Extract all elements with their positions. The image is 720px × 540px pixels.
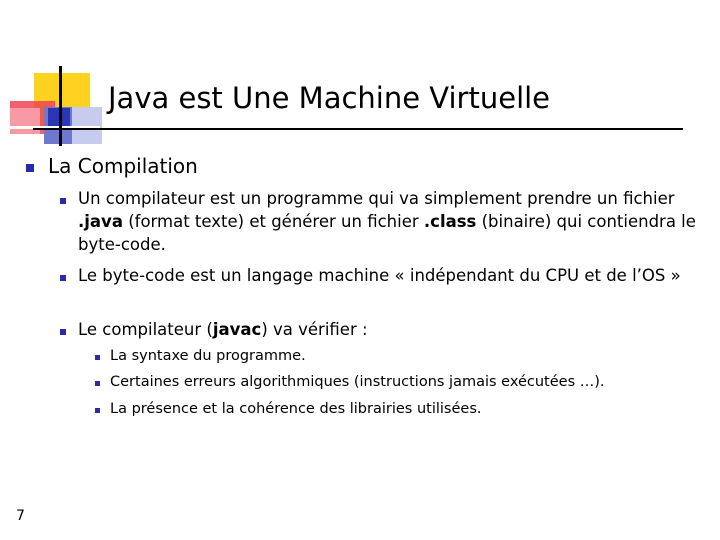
bullet-square-icon [60,198,66,204]
list-item-javac: Le compilateur (javac) va vérifier : [78,318,698,341]
text-segment: ) va vérifier : [261,320,368,339]
bullet-square-icon [95,381,100,386]
logo-vertical-line [59,66,62,146]
javac-keyword: javac [212,320,262,339]
bullet-square-icon [95,408,100,413]
sub-list-item: La syntaxe du programme. [110,348,306,364]
bullet-square-icon [60,275,66,281]
bullet-square-icon [26,164,34,172]
bullet-square-icon [60,329,66,335]
page-number: 7 [16,508,25,524]
title-underline [33,128,683,130]
list-item-bytecode: Le byte-code est un langage machine « in… [78,266,681,285]
java-extension: .java [78,212,123,231]
class-extension: .class [423,212,477,231]
text-segment: Un compilateur est un programme qui va s… [78,189,675,208]
list-item-compiler: Un compilateur est un programme qui va s… [78,187,698,256]
slide-title: Java est Une Machine Virtuelle [108,81,551,115]
text-segment: Le compilateur ( [78,320,213,339]
sub-list-item: La présence et la cohérence des librairi… [110,401,482,417]
bullet-square-icon [95,355,100,360]
section-heading: La Compilation [48,154,198,178]
text-segment: (format texte) et générer un fichier [122,212,424,231]
logo-red-fade-block [10,108,40,134]
sub-list-item: Certaines erreurs algorithmiques (instru… [110,374,605,390]
